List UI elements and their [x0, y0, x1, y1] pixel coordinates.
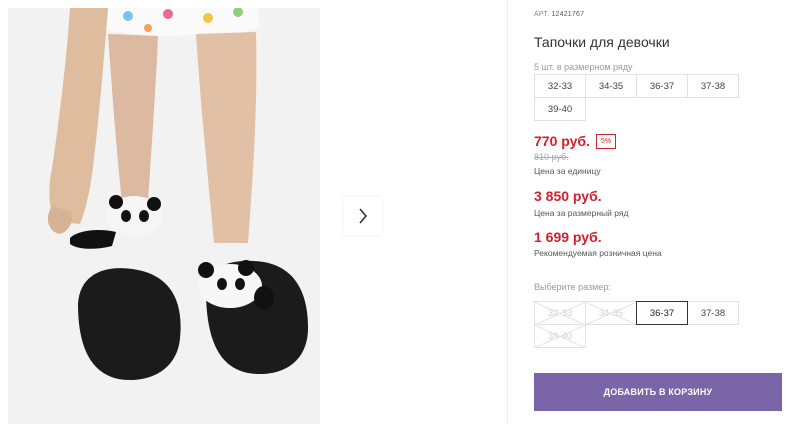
- next-image-button[interactable]: [344, 197, 382, 235]
- pack-size-item: 34-35: [585, 74, 637, 98]
- sku: АРТ. 12421767: [534, 11, 584, 18]
- size-option-39-40: 39-40: [534, 324, 586, 348]
- product-title: Тапочки для девочки: [534, 34, 670, 50]
- pack-size-item: 39-40: [534, 97, 586, 121]
- retail-price: 1 699 руб.: [534, 229, 602, 245]
- sku-label: АРТ.: [534, 11, 550, 18]
- size-option-36-37[interactable]: 36-37: [636, 301, 688, 325]
- pack-label: 5 шт. в размерном ряду: [534, 62, 633, 72]
- size-option-32-33: 32-33: [534, 301, 586, 325]
- product-gallery: [0, 0, 507, 424]
- add-to-cart-button[interactable]: ДОБАВИТЬ В КОРЗИНУ: [534, 373, 782, 411]
- sku-value: 12421767: [551, 11, 585, 18]
- product-photo-illustration: [8, 8, 320, 424]
- pack-size-item: 36-37: [636, 74, 688, 98]
- size-select-label: Выберите размер:: [534, 282, 611, 292]
- retail-price-caption: Рекомендуемая розничная цена: [534, 248, 662, 258]
- chevron-right-icon: [359, 208, 368, 224]
- pack-size-item: 32-33: [534, 74, 586, 98]
- product-details: АРТ. 12421767 Тапочки для девочки 5 шт. …: [534, 0, 790, 424]
- unit-price-caption: Цена за единицу: [534, 166, 601, 176]
- size-option-34-35: 34-35: [585, 301, 637, 325]
- pack-size-grid: 32-33 34-35 36-37 37-38 39-40: [534, 74, 742, 121]
- pack-price: 3 850 руб.: [534, 188, 602, 204]
- old-price: 810 руб.: [534, 152, 569, 162]
- product-photo[interactable]: [8, 8, 320, 424]
- size-option-37-38[interactable]: 37-38: [687, 301, 739, 325]
- discount-badge: 5%: [595, 133, 617, 149]
- pack-price-caption: Цена за размерный ряд: [534, 208, 629, 218]
- column-divider: [507, 0, 508, 424]
- unit-price: 770 руб.: [534, 133, 590, 149]
- pack-size-item: 37-38: [687, 74, 739, 98]
- unit-price-row: 770 руб. 5%: [534, 133, 617, 149]
- size-select-grid: 32-33 34-35 36-37 37-38 39-40: [534, 301, 742, 348]
